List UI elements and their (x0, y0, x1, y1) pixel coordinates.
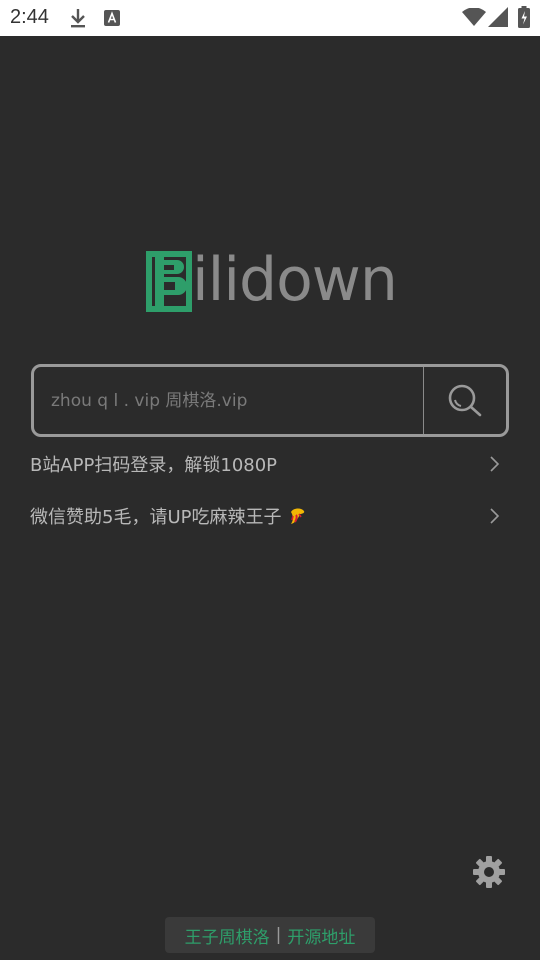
chili-pepper-icon (291, 508, 305, 524)
status-time: 2:44 (10, 6, 49, 28)
keyboard-a-icon (104, 10, 120, 30)
qr-login-label: B站APP扫码登录，解锁1080P (30, 455, 278, 476)
battery-charging-icon (518, 6, 530, 32)
sponsor-row[interactable]: 微信赞助5毛，请UP吃麻辣王子 (30, 498, 510, 534)
chevron-right-icon (490, 508, 500, 524)
footer-separator: | (275, 925, 282, 945)
gear-icon (473, 856, 505, 888)
app-logo: ilidown (146, 245, 398, 315)
sponsor-label: 微信赞助5毛，请UP吃麻辣王子 (30, 507, 282, 528)
search-button[interactable] (424, 367, 506, 434)
app-name: ilidown (192, 245, 398, 315)
wifi-icon (462, 7, 486, 30)
author-link[interactable]: 王子周棋洛 (185, 923, 270, 948)
settings-button[interactable] (472, 855, 506, 889)
signal-icon (488, 7, 508, 31)
bilidown-logo-mark (146, 250, 192, 312)
status-bar: 2:44 (0, 0, 540, 36)
sponsor-text: 微信赞助5毛，请UP吃麻辣王子 (30, 503, 484, 529)
source-code-link[interactable]: 开源地址 (287, 923, 355, 948)
chevron-right-icon (490, 456, 500, 472)
search-icon (448, 384, 482, 416)
download-icon (69, 7, 87, 33)
footer-links: 王子周棋洛 | 开源地址 (165, 917, 375, 953)
search-input[interactable] (34, 367, 423, 434)
qr-login-row[interactable]: B站APP扫码登录，解锁1080P (30, 446, 510, 482)
search-box (31, 364, 509, 437)
